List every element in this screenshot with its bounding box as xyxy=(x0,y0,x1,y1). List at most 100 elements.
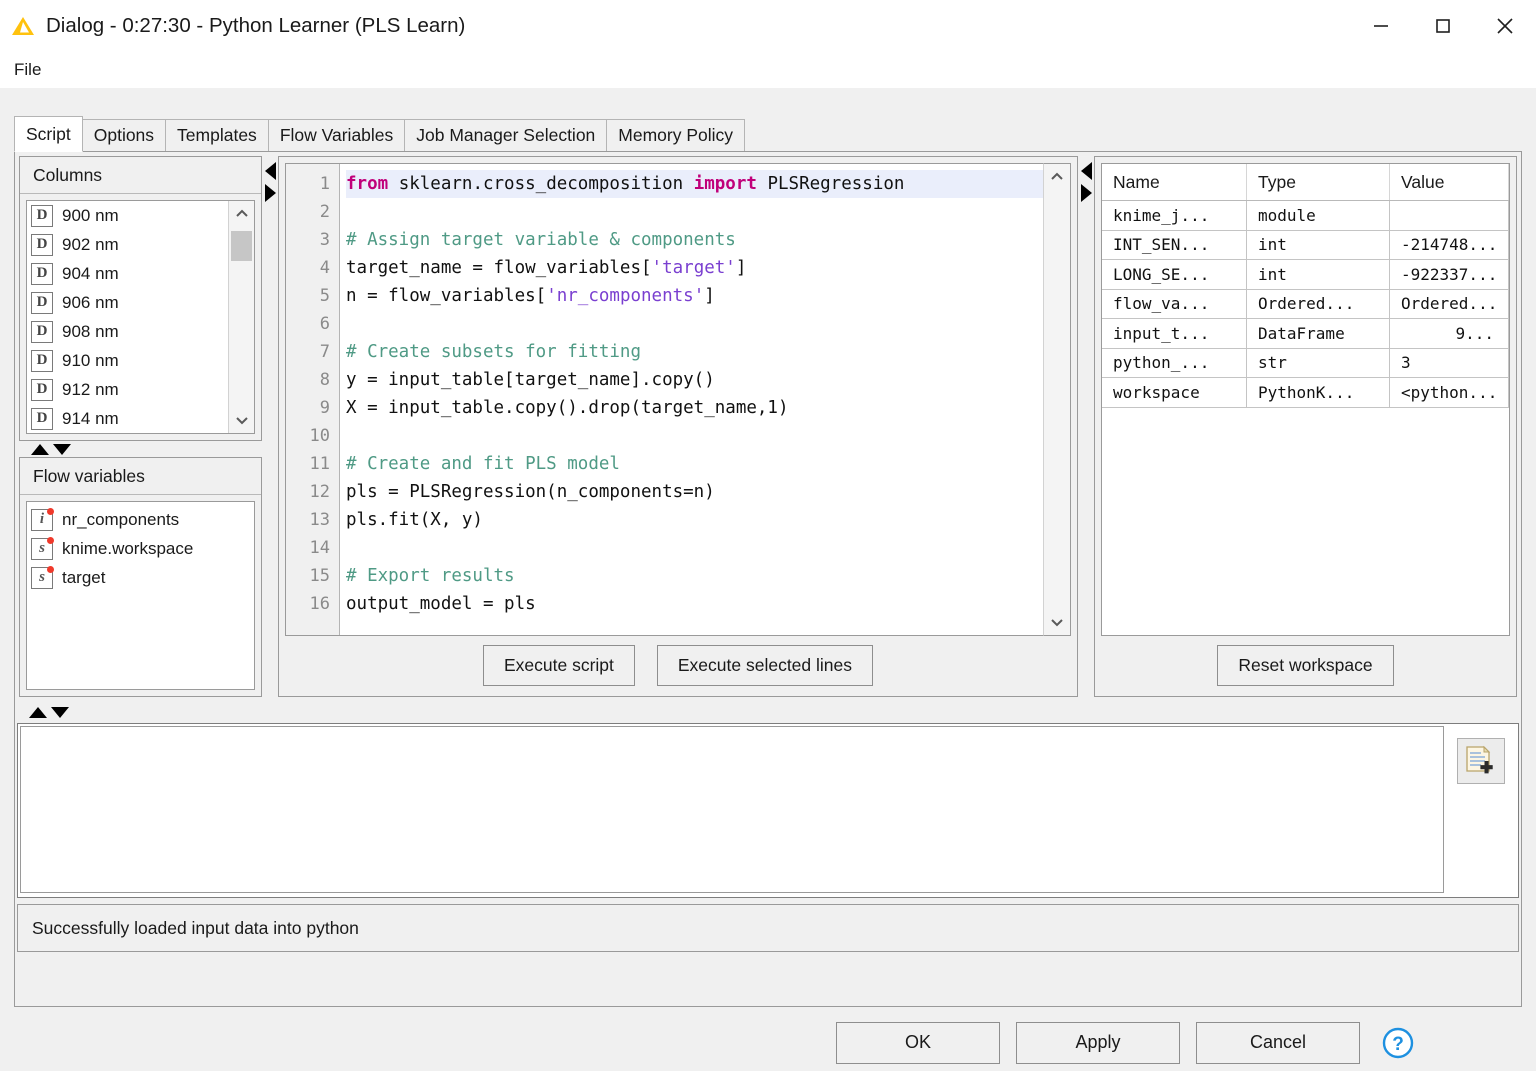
tab-script[interactable]: Script xyxy=(14,116,83,152)
list-item[interactable]: D 912 nm xyxy=(27,375,254,404)
splitter-right-icon-2[interactable] xyxy=(1080,184,1092,202)
tab-memory-policy[interactable]: Memory Policy xyxy=(606,119,746,152)
editor-scroll-down-icon[interactable] xyxy=(1044,609,1070,635)
code-editor[interactable]: 1 2 3 4 5 6 7 8 9 10 11 12 13 14 15 16 from sklearn.cro… xyxy=(285,163,1071,636)
list-item[interactable]: s target xyxy=(27,563,254,592)
editor-scroll-up-icon[interactable] xyxy=(1044,164,1070,190)
scroll-down-icon[interactable] xyxy=(229,407,254,433)
execute-script-button[interactable]: Execute script xyxy=(482,645,635,686)
line-number: 10 xyxy=(309,426,330,446)
code-line[interactable]: pls = PLSRegression(n_components=n) xyxy=(346,478,1070,506)
code-line[interactable] xyxy=(346,198,1070,226)
line-number: 9 xyxy=(319,398,330,418)
list-item[interactable]: D 900 nm xyxy=(27,201,254,230)
workspace-cell-name: knime_j... xyxy=(1102,201,1247,230)
flow-var-int-icon: i xyxy=(31,507,54,531)
code-token: import xyxy=(693,174,757,194)
list-item[interactable]: D 906 nm xyxy=(27,288,254,317)
line-number: 11 xyxy=(309,454,330,474)
line-number: 14 xyxy=(309,538,330,558)
splitter-down-icon[interactable] xyxy=(53,443,71,455)
splitter-up-icon[interactable] xyxy=(31,443,49,455)
flow-variables-list[interactable]: i nr_components s knime.workspace s target xyxy=(26,501,255,690)
list-item-label: 910 nm xyxy=(62,350,119,370)
code-line[interactable]: target_name = flow_variables['target'] xyxy=(346,254,1070,282)
list-item[interactable]: s knime.workspace xyxy=(27,534,254,563)
code-line[interactable]: X = input_table.copy().drop(target_name,… xyxy=(346,394,1070,422)
splitter-right-icon[interactable] xyxy=(264,184,276,202)
clear-console-icon[interactable] xyxy=(1457,738,1505,784)
code-line[interactable] xyxy=(346,422,1070,450)
code-line[interactable]: # Export results xyxy=(346,562,1070,590)
flow-variables-panel-title: Flow variables xyxy=(20,458,261,495)
line-number-gutter: 1 2 3 4 5 6 7 8 9 10 11 12 13 14 15 16 xyxy=(286,164,340,635)
code-line[interactable]: y = input_table[target_name].copy() xyxy=(346,366,1070,394)
scroll-up-icon[interactable] xyxy=(229,201,254,227)
list-item[interactable]: i nr_components xyxy=(27,505,254,534)
console-splitter-down-icon[interactable] xyxy=(51,706,69,718)
close-icon[interactable] xyxy=(1474,0,1536,52)
columns-scrollbar[interactable] xyxy=(228,201,254,433)
workspace-table[interactable]: Name Type Value knime_j... module INT_SEN.… xyxy=(1101,163,1510,636)
code-line[interactable]: from sklearn.cross_decomposition import … xyxy=(346,170,1070,198)
tab-flow-variables[interactable]: Flow Variables xyxy=(267,119,406,152)
tab-job-manager-selection[interactable]: Job Manager Selection xyxy=(404,119,608,152)
cancel-button[interactable]: Cancel xyxy=(1196,1021,1360,1064)
execute-selected-lines-button[interactable]: Execute selected lines xyxy=(656,645,874,686)
code-line[interactable]: output_model = pls xyxy=(346,590,1070,618)
workspace-header-value: Value xyxy=(1390,164,1509,200)
table-row[interactable]: flow_va... Ordered... Ordered... xyxy=(1102,289,1509,319)
reset-workspace-button[interactable]: Reset workspace xyxy=(1217,645,1394,686)
console-output[interactable] xyxy=(20,726,1444,893)
menu-item-file[interactable]: File xyxy=(4,58,51,82)
table-row[interactable]: knime_j... module xyxy=(1102,201,1509,231)
list-item[interactable]: D 910 nm xyxy=(27,346,254,375)
code-line[interactable]: n = flow_variables['nr_components'] xyxy=(346,282,1070,310)
table-row[interactable]: input_t... DataFrame 9... xyxy=(1102,319,1509,349)
editor-scrollbar[interactable] xyxy=(1043,163,1071,636)
left-script-splitter[interactable] xyxy=(264,158,276,699)
columns-list[interactable]: D 900 nm D 902 nm D 904 nm D 906 nm D 908 nm D 910 … xyxy=(26,200,255,434)
ok-button[interactable]: OK xyxy=(836,1021,1000,1064)
tab-options[interactable]: Options xyxy=(81,119,167,152)
code-token: pls.fit(X, y) xyxy=(346,510,483,530)
list-item[interactable]: D 902 nm xyxy=(27,230,254,259)
code-line[interactable]: # Assign target variable & components xyxy=(346,226,1070,254)
tab-templates[interactable]: Templates xyxy=(165,119,269,152)
code-token: ] xyxy=(704,286,715,306)
console-splitter-up-icon[interactable] xyxy=(29,706,47,718)
column-type-double-icon: D xyxy=(31,407,53,430)
code-line[interactable] xyxy=(346,310,1070,338)
minimize-icon[interactable] xyxy=(1350,0,1412,52)
dialog-body: Script Options Templates Flow Variables … xyxy=(0,88,1536,1071)
list-item[interactable]: D 914 nm xyxy=(27,404,254,433)
code-text[interactable]: from sklearn.cross_decomposition import … xyxy=(340,164,1070,635)
table-row[interactable]: workspace PythonK... <python... xyxy=(1102,378,1509,408)
code-token: sklearn.cross_decomposition xyxy=(388,174,694,194)
line-number: 6 xyxy=(319,314,330,334)
list-item[interactable]: D 904 nm xyxy=(27,259,254,288)
workspace-header-type: Type xyxy=(1247,164,1390,200)
code-line[interactable]: # Create subsets for fitting xyxy=(346,338,1070,366)
apply-button[interactable]: Apply xyxy=(1016,1021,1180,1064)
table-row[interactable]: INT_SEN... int -214748... xyxy=(1102,230,1509,260)
code-line[interactable] xyxy=(346,534,1070,562)
columns-flow-splitter[interactable] xyxy=(19,442,262,456)
maximize-icon[interactable] xyxy=(1412,0,1474,52)
console-splitter[interactable] xyxy=(17,701,1519,723)
list-item[interactable]: D 908 nm xyxy=(27,317,254,346)
code-line[interactable]: # Create and fit PLS model xyxy=(346,450,1070,478)
workspace-cell-type: int xyxy=(1247,230,1390,259)
splitter-left-icon-2[interactable] xyxy=(1080,162,1092,180)
workspace-cell-value: -922337... xyxy=(1390,260,1509,289)
code-line[interactable]: pls.fit(X, y) xyxy=(346,506,1070,534)
workspace-button-row: Reset workspace xyxy=(1095,645,1516,686)
splitter-left-icon[interactable] xyxy=(264,162,276,180)
code-token: # Create subsets for fitting xyxy=(346,342,642,362)
script-workspace-splitter[interactable] xyxy=(1080,158,1092,699)
table-row[interactable]: python_... str 3 xyxy=(1102,348,1509,378)
table-row[interactable]: LONG_SE... int -922337... xyxy=(1102,260,1509,290)
columns-scroll-thumb[interactable] xyxy=(231,231,252,261)
help-icon[interactable]: ? xyxy=(1376,1022,1420,1064)
code-token: from xyxy=(346,174,389,194)
